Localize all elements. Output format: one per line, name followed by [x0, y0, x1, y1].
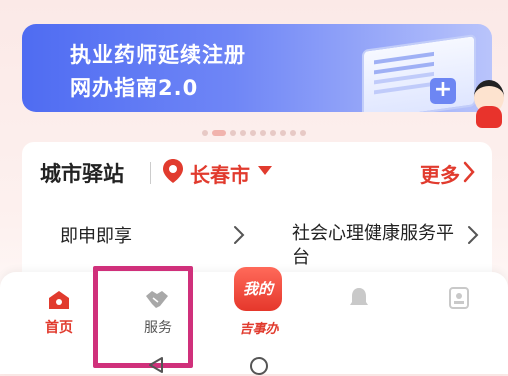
- banner-title-line2: 网办指南2.0: [70, 76, 199, 100]
- carousel-indicator: [0, 122, 508, 136]
- system-nav-bar: [0, 352, 508, 376]
- carousel-dot[interactable]: [290, 129, 296, 136]
- divider: [150, 162, 151, 184]
- city-selector[interactable]: 长春市: [190, 159, 250, 188]
- more-link[interactable]: 更多: [420, 159, 460, 188]
- carousel-dot[interactable]: [270, 129, 276, 136]
- chevron-right-icon[interactable]: [466, 224, 480, 246]
- carousel-dot[interactable]: [250, 129, 256, 136]
- profile-card-icon[interactable]: [448, 286, 470, 310]
- chevron-right-icon[interactable]: [462, 160, 476, 184]
- home-icon[interactable]: [48, 290, 70, 310]
- center-tab-button[interactable]: 我的: [234, 267, 282, 311]
- plus-icon: +: [430, 78, 456, 104]
- section-title: 城市驿站: [40, 162, 124, 186]
- back-icon[interactable]: [146, 356, 166, 374]
- carousel-dot[interactable]: [230, 129, 236, 136]
- banner-title-line1: 执业药师延续注册: [70, 43, 246, 67]
- carousel-dot[interactable]: [300, 129, 306, 136]
- carousel-dot[interactable]: [240, 129, 246, 136]
- carousel-dot[interactable]: [260, 129, 266, 136]
- carousel-dot[interactable]: [212, 129, 226, 136]
- center-tab-label[interactable]: 吉事办: [232, 318, 286, 337]
- carousel-dot[interactable]: [280, 129, 286, 136]
- caret-down-icon[interactable]: [258, 166, 272, 175]
- home-circle-icon[interactable]: [249, 356, 269, 376]
- service-item[interactable]: 即申即享: [60, 222, 132, 248]
- bell-icon[interactable]: [348, 286, 370, 310]
- service-item[interactable]: 社会心理健康服务平台: [292, 222, 462, 270]
- location-pin-icon: [163, 159, 183, 183]
- promo-banner[interactable]: 执业药师延续注册 网办指南2.0 +: [22, 24, 492, 112]
- document-illustration-icon: [362, 33, 476, 112]
- tab-home[interactable]: 首页: [29, 317, 89, 337]
- carousel-dot[interactable]: [202, 129, 208, 136]
- chevron-right-icon[interactable]: [232, 224, 246, 246]
